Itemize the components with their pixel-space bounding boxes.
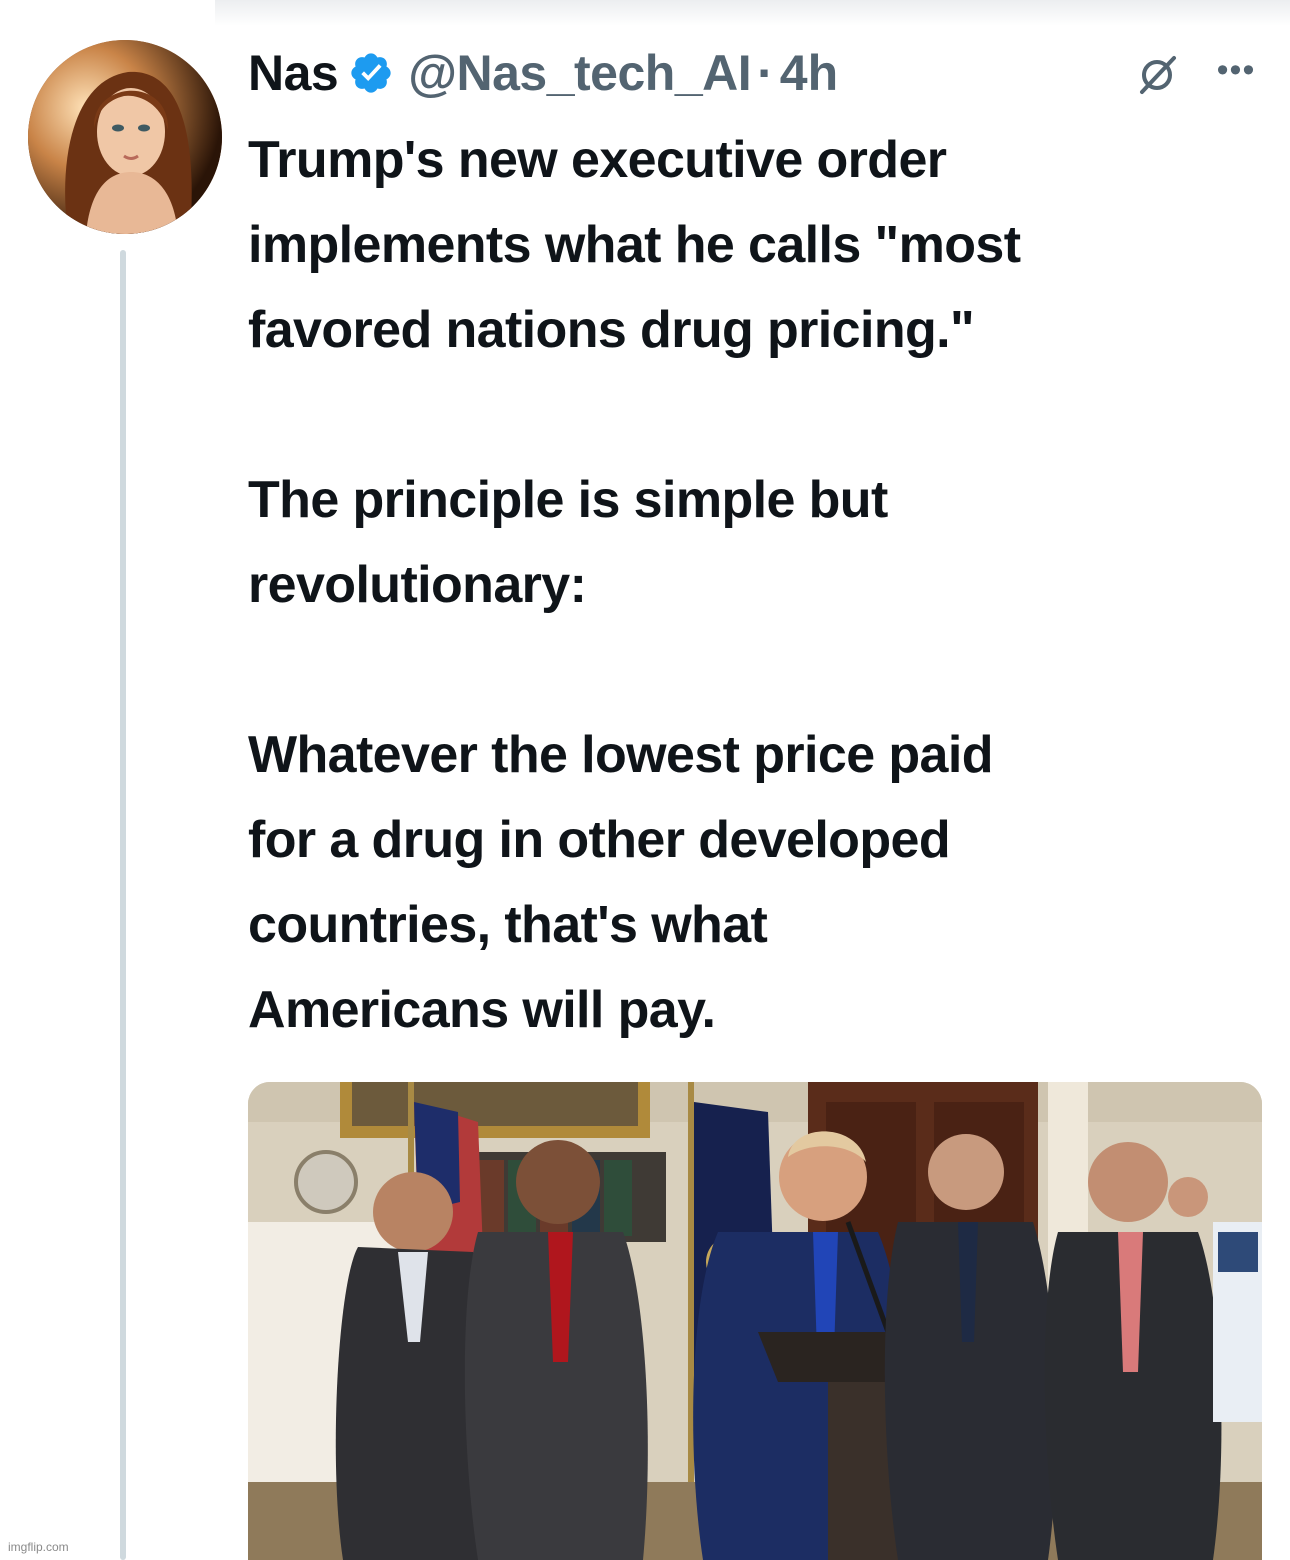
text-line: The principle is simple but xyxy=(248,471,888,529)
thread-line xyxy=(120,250,126,1560)
watermark: imgflip.com xyxy=(8,1540,69,1554)
timestamp[interactable]: 4h xyxy=(780,44,838,102)
text-line: favored nations drug pricing." xyxy=(248,301,975,359)
text-line: revolutionary: xyxy=(248,556,587,614)
avatar[interactable] xyxy=(28,40,222,234)
text-line: Whatever the lowest price paid xyxy=(248,726,993,784)
text-line: implements what he calls "most xyxy=(248,216,1021,274)
tweet-media-photo[interactable] xyxy=(248,1082,1262,1560)
verified-badge-icon[interactable] xyxy=(348,50,394,96)
display-name[interactable]: Nas xyxy=(248,44,339,102)
avatar-portrait xyxy=(28,40,222,234)
text-line: for a drug in other developed xyxy=(248,811,951,869)
tweet-header: Nas @Nas_tech_AI · 4h xyxy=(248,40,838,106)
separator-dot: · xyxy=(757,45,774,101)
text-line: countries, that's what xyxy=(248,896,768,954)
tweet-text: Trump's new executive order implements w… xyxy=(248,118,1258,1053)
user-handle[interactable]: @Nas_tech_AI xyxy=(408,44,751,102)
more-options-icon[interactable]: ••• xyxy=(1212,52,1260,92)
text-line: Americans will pay. xyxy=(248,981,716,1039)
previous-tweet-edge xyxy=(215,0,1290,26)
text-line: Trump's new executive order xyxy=(248,131,947,189)
grok-icon[interactable] xyxy=(1134,52,1180,98)
press-event-photo xyxy=(248,1082,1262,1560)
